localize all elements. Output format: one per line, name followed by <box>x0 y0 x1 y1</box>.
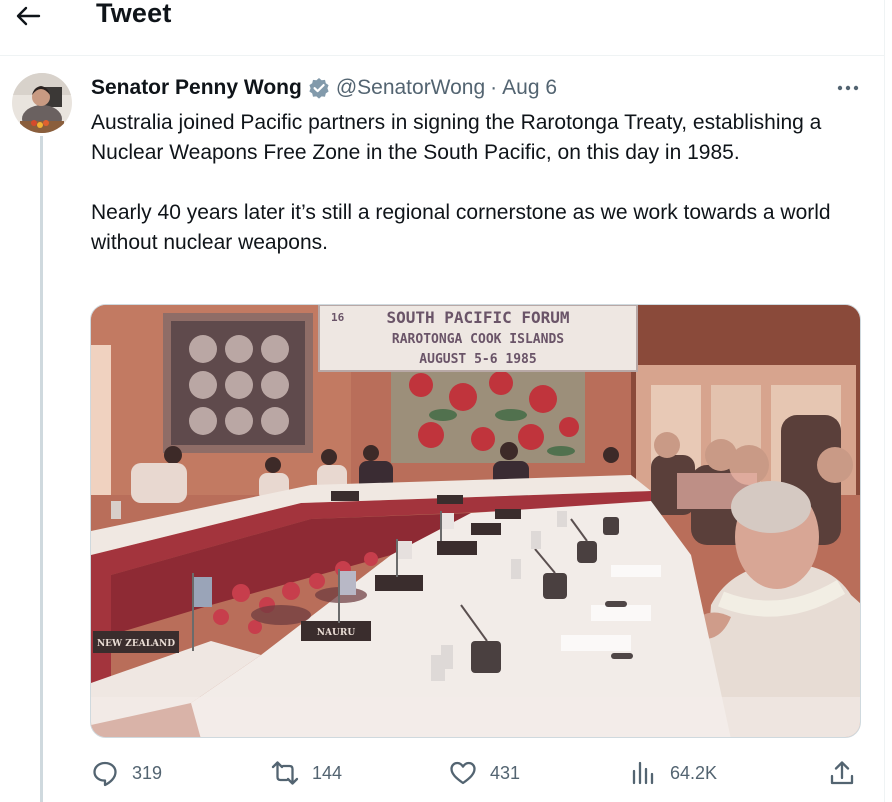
back-button[interactable] <box>12 2 44 30</box>
reply-count: 319 <box>132 762 163 783</box>
views-button[interactable]: 64.2K <box>628 756 717 790</box>
author-handle[interactable]: @SenatorWong <box>336 76 485 100</box>
thread-line <box>40 136 43 802</box>
tweet-actions: 319 144 431 64.2K <box>90 756 861 790</box>
verified-badge-icon <box>308 77 330 99</box>
author-avatar[interactable] <box>12 73 72 133</box>
share-icon <box>830 761 854 785</box>
header-divider <box>0 55 884 56</box>
banner-line-2: RAROTONGA COOK ISLANDS <box>392 332 564 347</box>
views-count: 64.2K <box>670 762 718 783</box>
nameplate-new-zealand: NEW ZEALAND <box>97 639 175 649</box>
more-options-button[interactable] <box>832 76 864 100</box>
reply-icon <box>93 761 117 787</box>
tweet-paragraph: Nearly 40 years later it’s still a regio… <box>91 201 831 254</box>
retweet-icon <box>271 761 299 785</box>
more-horizontal-icon <box>837 85 859 91</box>
arrow-left-icon <box>16 6 41 26</box>
forum-meeting-photo: SOUTH PACIFIC FORUM RAROTONGA COOK ISLAN… <box>91 305 860 737</box>
retweet-count: 144 <box>312 762 343 783</box>
page-header: Tweet <box>0 0 884 44</box>
like-button[interactable]: 431 <box>448 756 520 790</box>
tweet-photo[interactable]: SOUTH PACIFIC FORUM RAROTONGA COOK ISLAN… <box>90 304 861 738</box>
share-button[interactable] <box>828 756 868 790</box>
tweet-header: Senator Penny Wong @SenatorWong · Aug 6 <box>91 74 557 102</box>
banner-number: 16 <box>331 311 345 324</box>
reply-button[interactable]: 319 <box>90 756 162 790</box>
column-border <box>884 0 885 802</box>
page-title: Tweet <box>96 0 172 28</box>
tweet-date[interactable]: Aug 6 <box>502 76 557 100</box>
banner-line-1: SOUTH PACIFIC FORUM <box>386 308 569 327</box>
meta-separator: · <box>490 76 498 99</box>
heart-icon <box>450 761 476 785</box>
author-name[interactable]: Senator Penny Wong <box>91 76 302 100</box>
avatar-image <box>12 73 72 133</box>
retweet-button[interactable]: 144 <box>270 756 342 790</box>
tweet-text: Australia joined Pacific partners in sig… <box>91 108 871 258</box>
nameplate-nauru: NAURU <box>317 628 356 638</box>
banner-line-3: AUGUST 5-6 1985 <box>419 352 536 367</box>
tweet-paragraph: Australia joined Pacific partners in sig… <box>91 111 822 164</box>
like-count: 431 <box>490 762 521 783</box>
analytics-bars-icon <box>632 761 654 785</box>
